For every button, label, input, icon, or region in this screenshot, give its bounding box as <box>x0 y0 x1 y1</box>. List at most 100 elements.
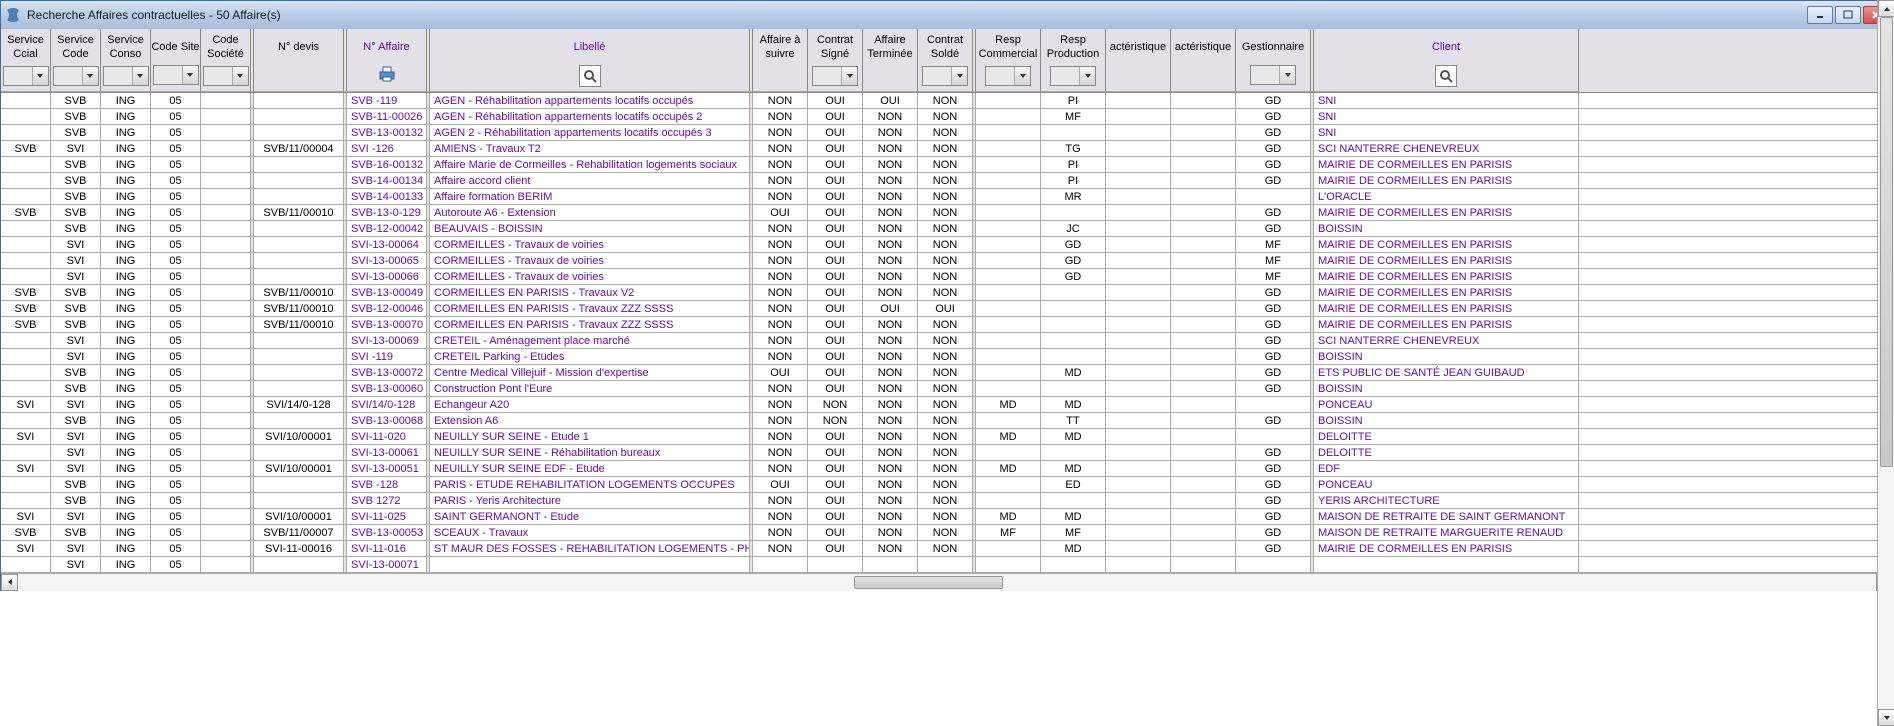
cell-csigne: OUI <box>808 493 863 508</box>
col-header-affaire[interactable]: N° Affaire <box>347 29 427 92</box>
table-row[interactable]: SVIING05SVI-13-00064CORMEILLES - Travaux… <box>1 237 1893 253</box>
maximize-button[interactable] <box>1835 6 1861 24</box>
col-header-csigne[interactable]: Contrat Signé <box>808 29 863 92</box>
col-header-asuivre[interactable]: Affaire à suivre <box>753 29 808 92</box>
filter-combo-svconso[interactable] <box>103 66 149 86</box>
table-row[interactable]: SVISVIING05SVI/10/00001SVI-11-020NEUILLY… <box>1 429 1893 445</box>
table-row[interactable]: SVBING05SVB -119AGEN - Réhabilitation ap… <box>1 93 1893 109</box>
table-row[interactable]: SVBSVBING05SVB/11/00010SVB-13-00070CORME… <box>1 317 1893 333</box>
vscroll-thumb[interactable] <box>1880 17 1893 467</box>
col-header-car2[interactable]: actéristique <box>1171 29 1236 92</box>
cell-svconso: ING <box>101 429 151 444</box>
filter-combo-rprod[interactable] <box>1050 66 1096 86</box>
table-row[interactable]: SVIING05SVI-13-00061NEUILLY SUR SEINE - … <box>1 445 1893 461</box>
cell-asuivre: NON <box>753 445 808 460</box>
table-row[interactable]: SVIING05SVI-13-00065CORMEILLES - Travaux… <box>1 253 1893 269</box>
col-header-rprod[interactable]: Resp Production <box>1041 29 1106 92</box>
col-header-sccial[interactable]: Service Ccial <box>1 29 51 92</box>
col-header-rcom[interactable]: Resp Commercial <box>976 29 1041 92</box>
table-row[interactable]: SVIING05SVI-13-00069CRETEIL - Aménagemen… <box>1 333 1893 349</box>
cell-devis <box>254 237 344 252</box>
cell-client: BOISSIN <box>1314 349 1579 364</box>
table-row[interactable]: SVBING05SVB-13-00068Extension A6NONNONNO… <box>1 413 1893 429</box>
table-row[interactable]: SVIING05SVI -119CRETEIL Parking - Etudes… <box>1 349 1893 365</box>
cell-client: MAIRIE DE CORMEILLES EN PARISIS <box>1314 237 1579 252</box>
filter-combo-csigne[interactable] <box>812 66 858 86</box>
table-row[interactable]: SVIING05SVI-13-00066CORMEILLES - Travaux… <box>1 269 1893 285</box>
cell-rprod: MF <box>1041 525 1106 540</box>
cell-client: MAIRIE DE CORMEILLES EN PARISIS <box>1314 253 1579 268</box>
horizontal-scrollbar[interactable] <box>1 573 1893 590</box>
table-row[interactable]: SVBING05SVB 1272PARIS - Yeris Architectu… <box>1 493 1893 509</box>
table-row[interactable]: SVBING05SVB-14-00133Affaire formation BE… <box>1 189 1893 205</box>
table-row[interactable]: SVBING05SVB-16-00132Affaire Marie de Cor… <box>1 157 1893 173</box>
col-header-libelle[interactable]: Libellé <box>430 29 750 92</box>
table-row[interactable]: SVBING05SVB-13-00132AGEN 2 - Réhabilitat… <box>1 125 1893 141</box>
table-row[interactable]: SVBING05SVB-13-00072Centre Medical Ville… <box>1 365 1893 381</box>
minimize-button[interactable] <box>1807 6 1833 24</box>
filter-combo-gest[interactable] <box>1250 65 1296 85</box>
col-header-gest[interactable]: Gestionnaire <box>1236 29 1311 92</box>
filter-combo-rcom[interactable] <box>985 66 1031 86</box>
col-header-car1[interactable]: actéristique <box>1106 29 1171 92</box>
table-row[interactable]: SVBING05SVB-13-00060Construction Pont l'… <box>1 381 1893 397</box>
cell-gest <box>1236 557 1311 572</box>
table-row[interactable]: SVISVIING05SVI/10/00001SVI-11-025SAINT G… <box>1 509 1893 525</box>
table-row[interactable]: SVBSVBING05SVB/11/00010SVB-13-00049CORME… <box>1 285 1893 301</box>
table-row[interactable]: SVBSVBING05SVB/11/00010SVB-13-0-129Autor… <box>1 205 1893 221</box>
cell-asuivre: NON <box>753 381 808 396</box>
col-header-svccode[interactable]: Service Code <box>51 29 101 92</box>
cell-car1 <box>1106 461 1171 476</box>
filter-combo-csolde[interactable] <box>922 66 968 86</box>
col-header-codesoc[interactable]: Code Société <box>201 29 251 92</box>
cell-codesoc <box>201 109 251 124</box>
col-header-csolde[interactable]: Contrat Soldé <box>918 29 973 92</box>
vertical-scrollbar[interactable] <box>1877 0 1894 726</box>
cell-rcom <box>976 221 1041 236</box>
cell-svccode: SVB <box>51 157 101 172</box>
col-header-codesite[interactable]: Code Site <box>151 29 201 92</box>
filter-combo-codesoc[interactable] <box>203 66 249 86</box>
cell-csigne: OUI <box>808 221 863 236</box>
cell-csigne <box>808 557 863 572</box>
table-row[interactable]: SVBSVIING05SVB/11/00004SVI -126AMIENS - … <box>1 141 1893 157</box>
titlebar[interactable]: Recherche Affaires contractuelles - 50 A… <box>1 1 1893 29</box>
cell-codesite: 05 <box>151 157 201 172</box>
cell-gest: GD <box>1236 477 1311 492</box>
table-row[interactable]: SVBING05SVB-14-00134Affaire accord clien… <box>1 173 1893 189</box>
hscroll-thumb[interactable] <box>854 576 1003 589</box>
col-header-client[interactable]: Client <box>1314 29 1579 92</box>
app-window: Recherche Affaires contractuelles - 50 A… <box>0 0 1894 591</box>
col-header-aterm[interactable]: Affaire Terminée <box>863 29 918 92</box>
scroll-left-button[interactable] <box>1 574 18 591</box>
cell-rprod <box>1041 285 1106 300</box>
cell-svccode: SVI <box>51 141 101 156</box>
table-row[interactable]: SVISVIING05SVI/10/00001SVI-13-00051NEUIL… <box>1 461 1893 477</box>
hscroll-track[interactable] <box>18 574 1876 591</box>
col-header-devis[interactable]: N° devis <box>254 29 344 92</box>
search-icon[interactable] <box>582 68 598 84</box>
col-header-svconso[interactable]: Service Conso <box>101 29 151 92</box>
scroll-up-button[interactable] <box>1878 0 1894 17</box>
cell-rprod <box>1041 349 1106 364</box>
table-row[interactable]: SVISVIING05SVI-11-00016SVI-11-016ST MAUR… <box>1 541 1893 557</box>
table-row[interactable]: SVIING05SVI-13-00071 <box>1 557 1893 573</box>
table-row[interactable]: SVBING05SVB-11-00026AGEN - Réhabilitatio… <box>1 109 1893 125</box>
cell-csigne: OUI <box>808 333 863 348</box>
search-icon[interactable] <box>1438 68 1454 84</box>
filter-combo-codesite[interactable] <box>153 65 199 85</box>
cell-devis: SVB/11/00004 <box>254 141 344 156</box>
table-row[interactable]: SVBSVBING05SVB/11/00010SVB-12-00046CORME… <box>1 301 1893 317</box>
cell-client: MAIRIE DE CORMEILLES EN PARISIS <box>1314 285 1579 300</box>
filter-input-libelle[interactable] <box>579 65 601 87</box>
filter-combo-sccial[interactable] <box>3 66 49 86</box>
filter-combo-svccode[interactable] <box>53 66 99 86</box>
table-row[interactable]: SVBSVBING05SVB/11/00007SVB-13-00053SCEAU… <box>1 525 1893 541</box>
table-row[interactable]: SVISVIING05SVI/14/0-128SVI/14/0-128Echan… <box>1 397 1893 413</box>
table-row[interactable]: SVBING05SVB-12-00042BEAUVAIS - BOISSINNO… <box>1 221 1893 237</box>
print-icon[interactable] <box>377 65 397 83</box>
vscroll-track[interactable] <box>1878 17 1894 709</box>
table-row[interactable]: SVBING05SVB -128PARIS - ETUDE REHABILITA… <box>1 477 1893 493</box>
scroll-down-button[interactable] <box>1878 709 1894 726</box>
filter-input-client[interactable] <box>1435 65 1457 87</box>
